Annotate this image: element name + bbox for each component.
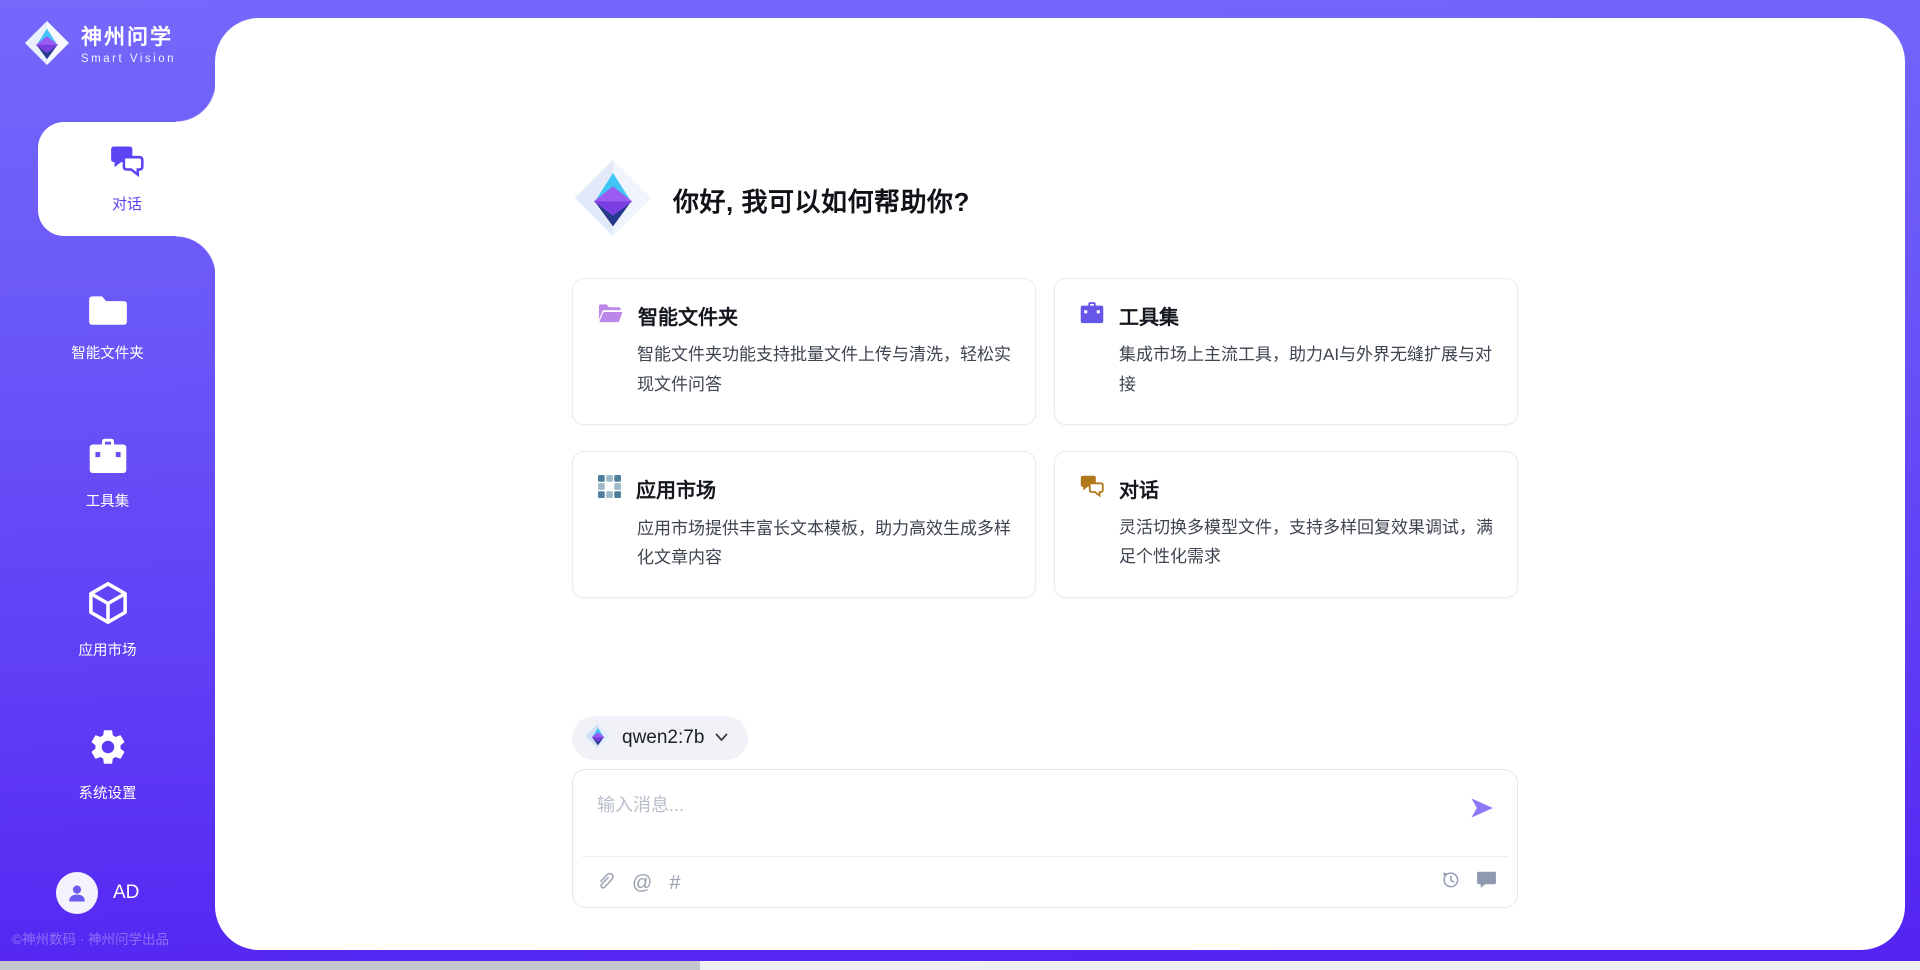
card-title: 应用市场 bbox=[636, 474, 716, 503]
card-head: 应用市场 bbox=[597, 474, 1011, 504]
user-name: AD bbox=[113, 882, 139, 904]
model-selector[interactable]: qwen2:7b bbox=[572, 716, 748, 760]
folder-icon bbox=[86, 315, 130, 332]
sidebar-item-settings[interactable]: 系统设置 bbox=[0, 726, 215, 803]
model-diamond-logo-icon bbox=[585, 723, 611, 754]
card-head: 智能文件夹 bbox=[597, 301, 1011, 330]
composer-tools-left: @ # bbox=[595, 869, 680, 896]
brand-diamond-logo-icon bbox=[573, 158, 653, 243]
model-label: qwen2:7b bbox=[622, 727, 704, 749]
message-composer: @ # bbox=[572, 769, 1518, 908]
horizontal-scrollbar-thumb[interactable] bbox=[0, 961, 700, 970]
toolbox-icon bbox=[1079, 301, 1105, 330]
card-toolset[interactable]: 工具集 集成市场上主流工具，助力AI与外界无缝扩展与对接 bbox=[1054, 278, 1518, 425]
gear-icon bbox=[87, 755, 129, 772]
card-head: 工具集 bbox=[1079, 301, 1493, 330]
composer-divider bbox=[582, 856, 1508, 857]
card-title: 工具集 bbox=[1119, 301, 1179, 330]
card-description: 灵活切换多模型文件，支持多样回复效果调试，满足个性化需求 bbox=[1119, 513, 1493, 573]
tab-fillet-bottom bbox=[176, 236, 216, 276]
chevron-down-icon bbox=[715, 729, 728, 747]
toolbox-icon bbox=[87, 463, 129, 480]
sidebar-item-chat[interactable]: 对话 bbox=[38, 122, 216, 236]
card-title: 对话 bbox=[1119, 474, 1159, 503]
brand-subtitle: Smart Vision bbox=[81, 53, 176, 65]
greeting-block: 你好, 我可以如何帮助你? bbox=[573, 158, 970, 243]
open-folder-icon bbox=[597, 301, 624, 330]
sidebar-footer: ©神州数码 · 神州问学出品 bbox=[12, 928, 212, 948]
brand-text: 神州问学 Smart Vision bbox=[81, 26, 176, 65]
card-app-market[interactable]: 应用市场 应用市场提供丰富长文本模板，助力高效生成多样化文章内容 bbox=[572, 451, 1036, 599]
card-chat[interactable]: 对话 灵活切换多模型文件，支持多样回复效果调试，满足个性化需求 bbox=[1054, 451, 1518, 599]
mention-icon[interactable]: @ bbox=[632, 872, 652, 894]
card-smart-folder[interactable]: 智能文件夹 智能文件夹功能支持批量文件上传与清洗，轻松实现文件问答 bbox=[572, 278, 1036, 425]
sidebar-item-smart-folder[interactable]: 智能文件夹 bbox=[0, 290, 215, 363]
sidebar-item-label: 对话 bbox=[112, 193, 142, 214]
main-panel: 你好, 我可以如何帮助你? 智能文件夹 智能文件夹功能支持批量文件上传与清洗，轻… bbox=[215, 18, 1905, 950]
message-input[interactable] bbox=[597, 790, 1417, 820]
chat-icon bbox=[108, 144, 146, 183]
card-head: 对话 bbox=[1079, 474, 1493, 503]
send-button[interactable] bbox=[1469, 796, 1495, 823]
send-icon bbox=[1469, 808, 1495, 823]
chat-icon bbox=[1079, 474, 1105, 503]
grid-icon bbox=[597, 474, 622, 504]
brand: 神州问学 Smart Vision bbox=[24, 20, 176, 71]
history-icon[interactable] bbox=[1440, 869, 1462, 896]
greeting-title: 你好, 我可以如何帮助你? bbox=[673, 182, 970, 219]
sidebar-item-toolset[interactable]: 工具集 bbox=[0, 437, 215, 511]
sidebar-item-app-market[interactable]: 应用市场 bbox=[0, 581, 215, 660]
horizontal-scrollbar-track bbox=[0, 961, 1920, 970]
sidebar-item-label: 应用市场 bbox=[0, 639, 215, 660]
cube-icon bbox=[87, 612, 129, 629]
sidebar: 神州问学 Smart Vision 对话 智能文件夹 工具集 bbox=[0, 0, 215, 970]
card-description: 集成市场上主流工具，助力AI与外界无缝扩展与对接 bbox=[1119, 340, 1493, 400]
sidebar-item-label: 智能文件夹 bbox=[0, 342, 215, 363]
comment-icon[interactable] bbox=[1476, 870, 1497, 895]
brand-name: 神州问学 bbox=[81, 26, 176, 50]
card-title: 智能文件夹 bbox=[638, 301, 738, 330]
card-description: 智能文件夹功能支持批量文件上传与清洗，轻松实现文件问答 bbox=[637, 340, 1011, 400]
composer-tools-right bbox=[1440, 869, 1497, 896]
feature-cards: 智能文件夹 智能文件夹功能支持批量文件上传与清洗，轻松实现文件问答 工具集 集成… bbox=[572, 278, 1518, 598]
user-profile[interactable]: AD bbox=[56, 872, 139, 914]
brand-diamond-logo-icon bbox=[24, 20, 70, 71]
sidebar-item-label: 系统设置 bbox=[0, 782, 215, 803]
sidebar-item-label: 工具集 bbox=[0, 490, 215, 511]
attachment-icon[interactable] bbox=[595, 869, 615, 896]
card-description: 应用市场提供丰富长文本模板，助力高效生成多样化文章内容 bbox=[637, 514, 1011, 574]
tab-fillet-top bbox=[176, 82, 216, 122]
hashtag-icon[interactable]: # bbox=[669, 872, 680, 894]
avatar bbox=[56, 872, 98, 914]
